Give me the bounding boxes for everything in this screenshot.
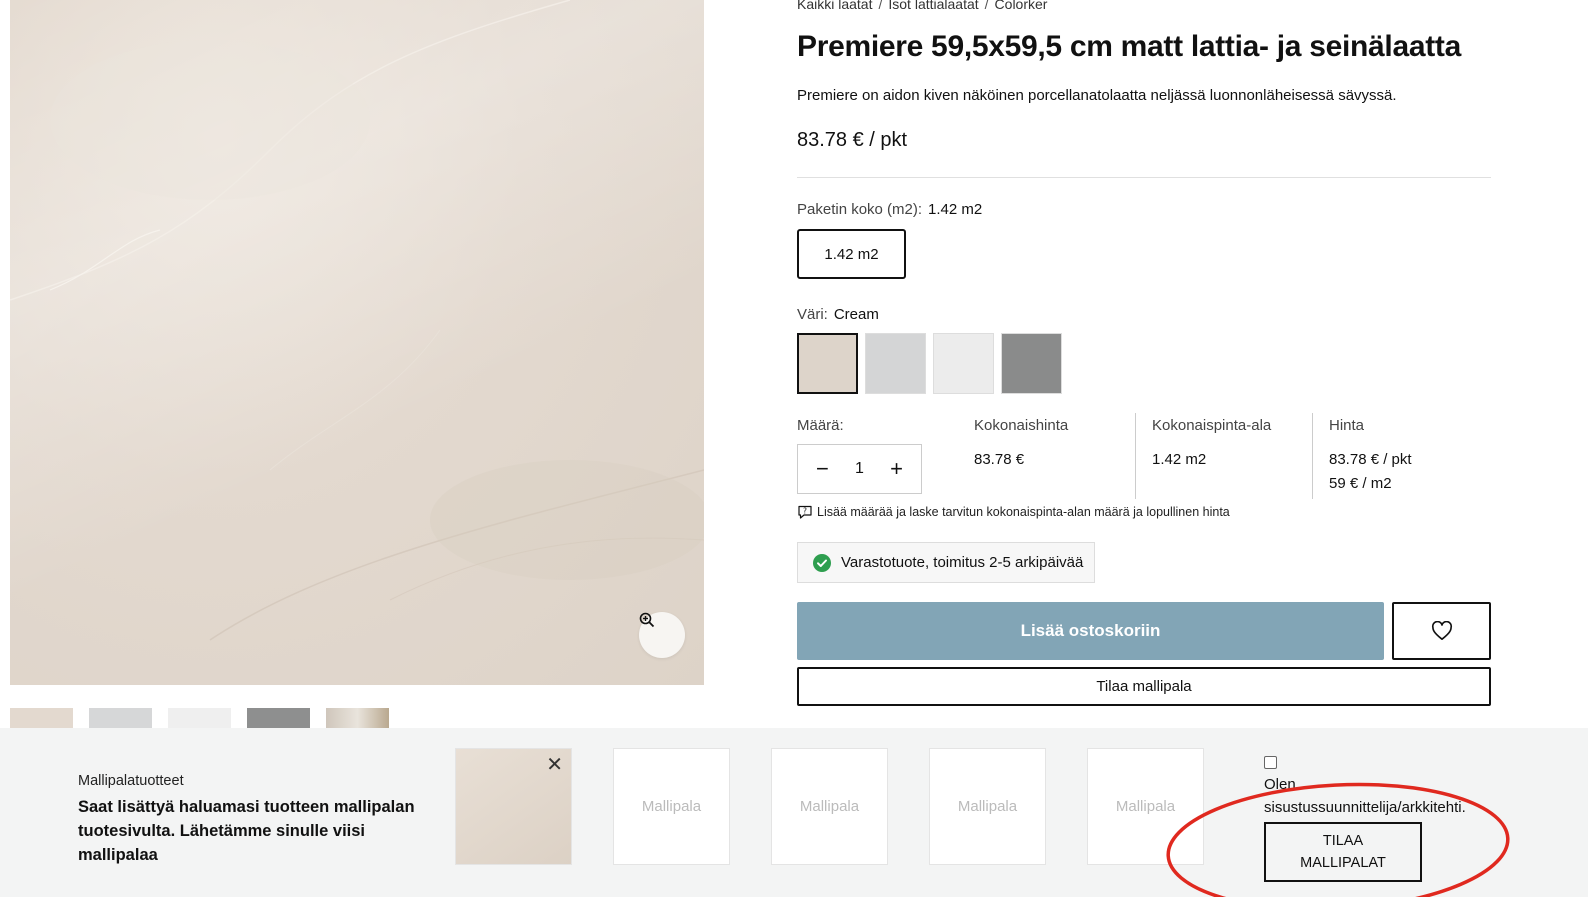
check-circle-icon [813, 553, 831, 572]
add-to-cart-button[interactable]: Lisää ostoskoriin [797, 602, 1384, 660]
total-area-value: 1.42 m2 [1152, 451, 1207, 468]
svg-text:?: ? [803, 507, 807, 516]
product-price: 83.78 € / pkt [797, 129, 908, 151]
quantity-label: Määrä: [797, 417, 844, 434]
breadcrumb-link-large-floor-tiles[interactable]: Isot lattialaatat [888, 0, 978, 12]
sample-slot-empty: Mallipala [771, 748, 888, 865]
total-area-label: Kokonaispinta-ala [1152, 417, 1272, 434]
package-size-option[interactable]: 1.42 m2 [797, 229, 906, 279]
zoom-button[interactable] [639, 612, 685, 658]
designer-checkbox[interactable] [1264, 756, 1277, 769]
breadcrumb: Kaikki laatat / Isot lattialaatat / Colorker [797, 0, 1047, 12]
package-size-label: Paketin koko (m2): 1.42 m2 [797, 201, 982, 218]
total-price-col: Kokonaishinta 83.78 € [958, 413, 1136, 499]
zoom-in-icon [639, 612, 655, 628]
color-swatches [797, 333, 1062, 394]
help-bubble-icon: ? [798, 505, 812, 519]
heart-icon [1431, 621, 1452, 640]
total-price-label: Kokonaishinta [974, 417, 1069, 434]
close-icon[interactable]: ✕ [546, 755, 563, 775]
divider [797, 177, 1491, 178]
package-size-label-text: Paketin koko (m2): [797, 201, 923, 218]
quantity-hint-text: Lisää määrää ja laske tarvitun kokonaisp… [817, 505, 1230, 519]
quantity-increase-button[interactable]: + [890, 456, 903, 482]
swatch-white[interactable] [933, 333, 994, 394]
swatch-cream[interactable] [797, 333, 858, 394]
swatch-dark-grey[interactable] [1001, 333, 1062, 394]
unit-price-label: Hinta [1329, 417, 1365, 434]
unit-price-pkt: 83.78 € / pkt [1329, 451, 1412, 468]
sample-slot-filled[interactable]: ✕ [455, 748, 572, 865]
total-price-value: 83.78 € [974, 451, 1025, 468]
sample-bar-text: Saat lisättyä haluamasi tuotteen mallipa… [78, 798, 415, 864]
annotation-ellipse [1166, 782, 1510, 897]
quantity-hint: ? Lisää määrää ja laske tarvitun kokonai… [797, 504, 1230, 520]
sample-bar-label: Mallipalatuotteet [78, 773, 184, 789]
total-area-col: Kokonaispinta-ala 1.42 m2 [1135, 413, 1313, 499]
unit-price-m2: 59 € / m2 [1329, 475, 1392, 492]
swatch-grey[interactable] [865, 333, 926, 394]
color-value: Cream [833, 306, 879, 323]
product-description: Premiere on aidon kiven näköinen porcell… [797, 87, 1397, 104]
quantity-decrease-button[interactable]: − [816, 456, 829, 482]
product-title: Premiere 59,5x59,5 cm matt lattia- ja se… [797, 30, 1462, 63]
quantity-stepper: − 1 + [797, 444, 922, 494]
quantity-value[interactable]: 1 [855, 460, 864, 478]
breadcrumb-link-all-tiles[interactable]: Kaikki laatat [797, 0, 872, 12]
color-label: Väri: Cream [797, 306, 879, 323]
package-size-value: 1.42 m2 [928, 201, 983, 218]
wishlist-button[interactable] [1392, 602, 1491, 660]
product-main-image[interactable] [10, 0, 704, 685]
stock-status: Varastotuote, toimitus 2-5 arkipäivää [797, 542, 1095, 583]
breadcrumb-link-brand[interactable]: Colorker [995, 0, 1048, 12]
order-sample-button[interactable]: Tilaa mallipala [797, 667, 1491, 706]
stock-status-text: Varastotuote, toimitus 2-5 arkipäivää [841, 554, 1084, 571]
sample-slot-empty: Mallipala [613, 748, 730, 865]
unit-price-col: Hinta 83.78 € / pkt 59 € / m2 [1312, 413, 1492, 499]
unit-price-values: 83.78 € / pkt 59 € / m2 [1329, 448, 1492, 496]
stone-texture [10, 0, 704, 641]
sample-slot-empty: Mallipala [929, 748, 1046, 865]
color-label-text: Väri: [797, 306, 828, 323]
